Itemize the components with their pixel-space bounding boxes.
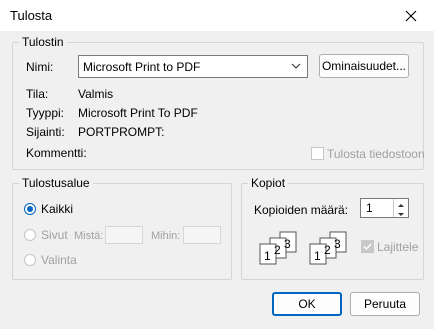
range-pages-label: Sivut (41, 228, 68, 242)
type-label: Tyyppi: (26, 106, 65, 120)
range-pages-radio[interactable] (24, 229, 36, 241)
check-icon (363, 243, 372, 251)
page-number-3: 3 (284, 237, 291, 251)
collate-illustration: 3 2 1 3 2 1 (259, 231, 347, 265)
printer-group-label: Tulostin (19, 35, 67, 49)
collate-label: Lajittele (377, 240, 419, 254)
print-to-file-label: Tulosta tiedostoon (327, 147, 425, 161)
collate-checkbox[interactable] (361, 240, 374, 253)
copies-group-label: Kopiot (248, 176, 289, 190)
ok-button-label: OK (298, 297, 316, 311)
copies-count-label: Kopioiden määrä: (254, 203, 349, 217)
page-number-1b: 1 (314, 249, 321, 263)
range-selection-label: Valinta (41, 253, 77, 267)
title-bar: Tulosta (0, 0, 434, 31)
properties-button[interactable]: Ominaisuudet... (319, 54, 409, 78)
ok-button[interactable]: OK (272, 292, 342, 316)
close-button[interactable] (388, 0, 434, 31)
chevron-down-icon (398, 213, 404, 216)
window-title: Tulosta (10, 8, 53, 23)
stepper-up-button[interactable] (393, 199, 408, 208)
close-icon (405, 10, 417, 21)
range-from-label: Mistä: (74, 230, 104, 242)
cancel-button-label: Peruuta (363, 297, 407, 311)
printer-name-label: Nimi: (26, 60, 54, 74)
page-number-2b: 2 (324, 243, 331, 257)
page-number-3b: 3 (334, 237, 341, 251)
printer-name-select[interactable]: Microsoft Print to PDF (78, 55, 308, 78)
chevron-down-icon (290, 59, 302, 76)
print-to-file-checkbox[interactable] (311, 147, 324, 160)
range-all-radio[interactable] (24, 203, 36, 215)
properties-button-label: Ominaisuudet... (321, 59, 407, 73)
range-to-label: Mihin: (151, 230, 181, 242)
where-value: PORTPROMPT: (78, 125, 165, 139)
range-to-input[interactable] (183, 226, 221, 244)
copies-count-stepper[interactable]: 1 (360, 198, 409, 218)
stepper-down-button[interactable] (393, 208, 408, 217)
status-value: Valmis (78, 87, 114, 101)
page-number-1: 1 (264, 249, 271, 263)
type-value: Microsoft Print To PDF (78, 106, 198, 120)
status-label: Tila: (26, 87, 49, 101)
page-number-2: 2 (274, 243, 281, 257)
range-selection-radio[interactable] (24, 254, 36, 266)
range-from-input[interactable] (105, 226, 143, 244)
comment-label: Kommentti: (26, 146, 87, 160)
printer-name-value: Microsoft Print to PDF (83, 60, 201, 74)
range-all-label: Kaikki (41, 202, 74, 216)
cancel-button[interactable]: Peruuta (350, 292, 420, 316)
copies-count-value: 1 (366, 201, 373, 215)
print-range-group-label: Tulostusalue (19, 176, 93, 190)
where-label: Sijainti: (26, 125, 65, 139)
